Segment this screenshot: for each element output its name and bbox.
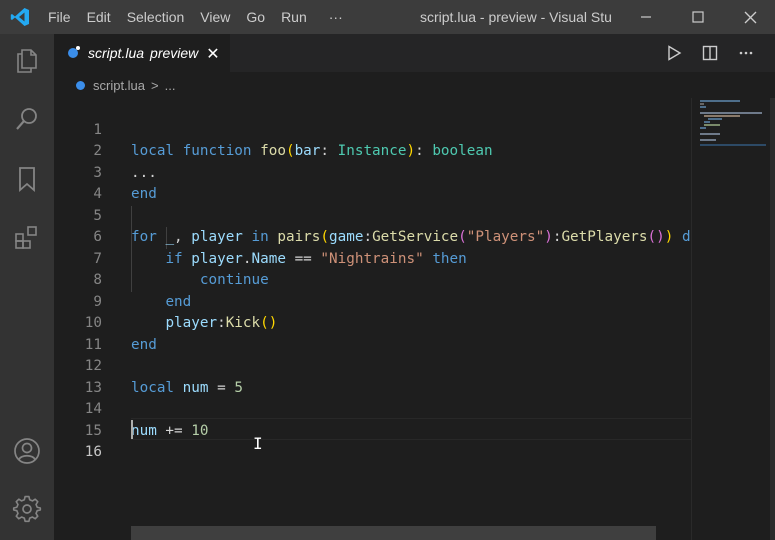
code-line: 10 end (54, 292, 691, 353)
minimap-line (700, 133, 720, 135)
search-icon (16, 108, 37, 130)
breadcrumb-file[interactable]: script.lua (93, 78, 145, 93)
minimap-line (704, 124, 720, 126)
more-actions-button[interactable] (728, 34, 764, 72)
vscode-logo-icon (0, 0, 40, 34)
minimize-icon (641, 16, 651, 18)
minimap-line (700, 112, 762, 114)
tab-close-icon[interactable]: ✕ (206, 44, 219, 63)
code-line: 9 player:Kick() (54, 270, 691, 332)
extensions-icon (15, 226, 37, 249)
code-line: 5 for _, player in pairs(game:GetService… (54, 184, 691, 246)
menu-edit[interactable]: Edit (79, 0, 119, 34)
minimap-line (704, 115, 740, 117)
minimap-line (700, 106, 706, 108)
code-line: 16 (54, 421, 691, 460)
code-line: 13 (54, 356, 691, 396)
window-title: script.lua - preview - Visual Stu (420, 9, 612, 25)
account-icon (14, 438, 40, 464)
title-bar: File Edit Selection View Go Run ··· scri… (0, 0, 775, 34)
minimap-line (704, 121, 710, 123)
bookmarks-button[interactable] (0, 156, 54, 202)
menu-more[interactable]: ··· (315, 0, 351, 34)
horizontal-scrollbar[interactable] (131, 526, 656, 540)
code-line: 6 if player.Name == "Nightrains" then (54, 206, 691, 267)
code-line: 12 local num = 5 (54, 335, 691, 396)
code-line: 3 end (54, 141, 691, 203)
minimap[interactable] (691, 98, 775, 540)
breadcrumb: script.lua > ... (54, 72, 775, 98)
code-line: 4 (54, 163, 691, 202)
mouse-ibeam-icon: I (253, 434, 263, 453)
menu-file[interactable]: File (40, 0, 79, 34)
maximize-button[interactable] (675, 0, 721, 34)
activity-bar (0, 34, 54, 540)
settings-button[interactable] (0, 486, 54, 532)
lua-file-icon (68, 46, 80, 58)
lua-file-icon (76, 80, 85, 90)
search-button[interactable] (0, 96, 54, 142)
files-icon (17, 49, 37, 73)
code-line: 11 (54, 313, 691, 353)
minimap-line (708, 118, 722, 120)
code-line: 15 (54, 399, 691, 439)
code-line: 8 end (54, 249, 691, 310)
vertical-scrollbar[interactable] (770, 98, 775, 540)
minimap-line (700, 100, 740, 102)
minimap-line (700, 103, 704, 105)
close-window-button[interactable] (727, 0, 773, 34)
code-line: 2 ... (54, 120, 691, 181)
split-editor-button[interactable] (692, 34, 728, 72)
run-button[interactable] (656, 34, 692, 72)
menu-view[interactable]: View (192, 0, 238, 34)
tab-script-lua[interactable]: script.lua preview ✕ (54, 34, 230, 72)
text-cursor (131, 420, 133, 439)
tab-label: script.lua (88, 45, 145, 61)
split-editor-icon (702, 45, 718, 61)
play-icon (668, 45, 682, 61)
ellipsis-icon (739, 51, 753, 55)
chevron-right-icon: > (151, 77, 159, 93)
menu-run[interactable]: Run (273, 0, 315, 34)
maximize-icon (692, 11, 704, 23)
breadcrumb-symbol[interactable]: ... (165, 78, 176, 93)
minimize-button[interactable] (623, 0, 669, 34)
code-line: 1 local function foo(bar: Instance): boo… (54, 98, 691, 160)
bookmark-icon (19, 167, 35, 192)
line-number: 16 (84, 444, 102, 460)
minimap-line (700, 139, 716, 141)
code-line: 7 continue (54, 227, 691, 289)
gear-icon (12, 495, 42, 523)
explorer-button[interactable] (0, 38, 54, 84)
extensions-button[interactable] (0, 214, 54, 260)
minimap-line (700, 127, 706, 129)
menu-selection[interactable]: Selection (119, 0, 193, 34)
tab-bar: script.lua preview ✕ (54, 34, 775, 72)
tab-preview-label: preview (150, 45, 199, 61)
code-line: 14 num += 10 (54, 378, 691, 439)
minimap-line (700, 144, 766, 146)
menu-go[interactable]: Go (238, 0, 273, 34)
close-icon (744, 11, 756, 23)
menu-bar: File Edit Selection View Go Run ··· (40, 0, 351, 34)
code-editor[interactable]: 1 local function foo(bar: Instance): boo… (54, 98, 691, 540)
accounts-button[interactable] (0, 428, 54, 474)
